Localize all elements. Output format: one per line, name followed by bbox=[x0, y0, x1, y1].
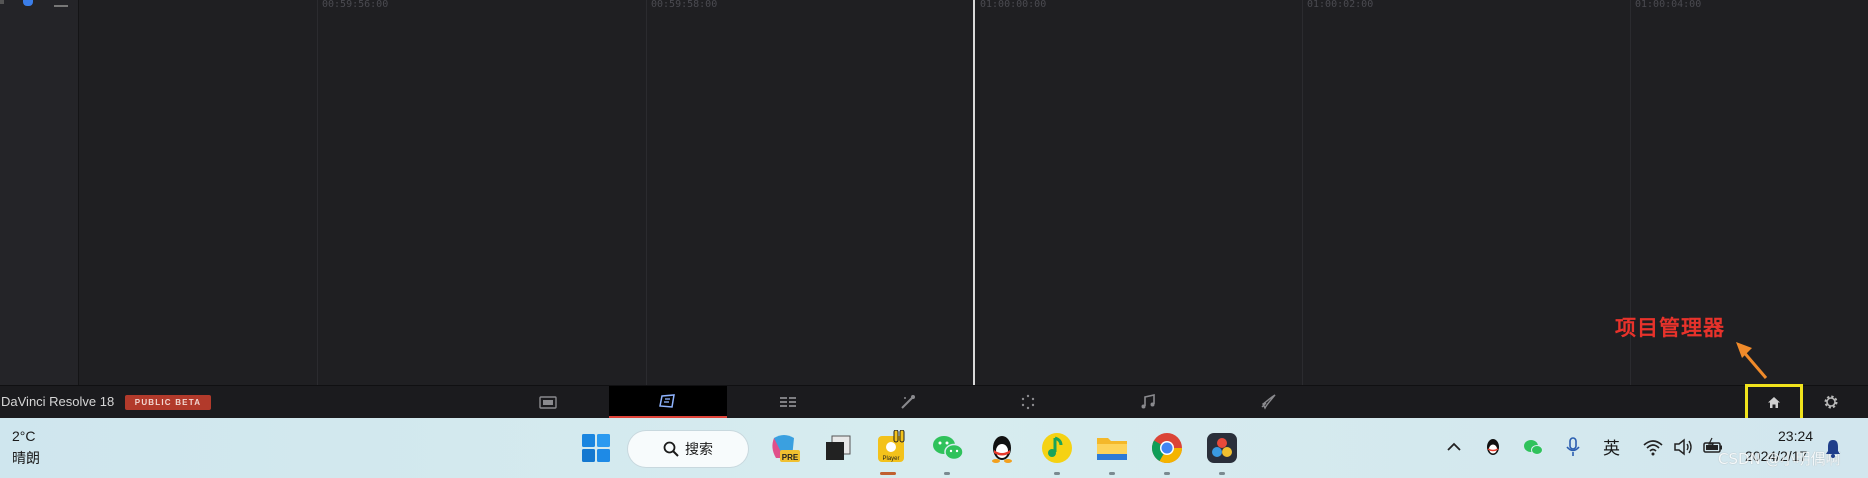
page-navigation-bar: DaVinci Resolve 18 PUBLIC BETA bbox=[0, 384, 1868, 421]
timecode-label: 01:00:00:00 bbox=[980, 0, 1047, 10]
qq-tray-icon[interactable] bbox=[1482, 436, 1504, 458]
ime-language-indicator[interactable]: 英 bbox=[1603, 434, 1620, 459]
weather-description[interactable]: 晴朗 bbox=[12, 448, 40, 468]
tab-color[interactable] bbox=[969, 386, 1087, 418]
timecode-label: 00:59:56:00 bbox=[322, 0, 389, 10]
annotation-arrow-icon bbox=[1736, 342, 1768, 379]
weather-temperature[interactable]: 2°C bbox=[12, 428, 36, 444]
windows-start-icon[interactable] bbox=[578, 430, 614, 466]
app-title: DaVinci Resolve 18 bbox=[1, 394, 115, 409]
volume-icon[interactable] bbox=[1672, 436, 1694, 458]
timecode-label: 01:00:04:00 bbox=[1635, 0, 1702, 10]
app-indicator bbox=[1054, 472, 1060, 475]
show-hidden-icons-chevron-up-icon[interactable] bbox=[1443, 436, 1465, 458]
clock-time[interactable]: 23:24 bbox=[1778, 428, 1813, 444]
media-page-icon bbox=[539, 396, 557, 409]
app-indicator bbox=[1164, 472, 1170, 475]
ruler-line bbox=[1302, 0, 1303, 385]
tab-edit[interactable] bbox=[729, 386, 847, 418]
tab-cut[interactable] bbox=[609, 386, 727, 418]
davinci-resolve-icon[interactable] bbox=[1204, 430, 1240, 466]
svg-text:PRE: PRE bbox=[782, 453, 799, 462]
watermark: CSDN @小明偶啊 bbox=[1718, 450, 1841, 468]
player-app-icon[interactable]: Player bbox=[876, 430, 912, 466]
file-explorer-icon[interactable] bbox=[1094, 430, 1130, 466]
tab-deliver[interactable] bbox=[1209, 386, 1327, 418]
microphone-icon[interactable] bbox=[1562, 436, 1584, 458]
search-icon bbox=[663, 441, 679, 457]
notification-bell-icon[interactable] bbox=[1825, 438, 1841, 458]
edit-page-icon bbox=[780, 395, 796, 409]
project-manager-button[interactable] bbox=[1745, 384, 1803, 421]
taskbar-search-box[interactable]: 搜索 bbox=[628, 431, 748, 467]
search-label: 搜索 bbox=[685, 442, 713, 458]
annotation-label: 项目管理器 bbox=[1615, 316, 1725, 340]
chrome-icon[interactable] bbox=[1149, 430, 1185, 466]
fairlight-page-icon bbox=[1141, 394, 1155, 409]
gear-icon[interactable] bbox=[1822, 393, 1840, 411]
wechat-icon[interactable] bbox=[930, 430, 966, 466]
timecode-label: 00:59:58:00 bbox=[651, 0, 718, 10]
menu-icon[interactable] bbox=[54, 0, 68, 7]
wifi-icon[interactable] bbox=[1642, 436, 1664, 458]
wechat-tray-icon[interactable] bbox=[1522, 436, 1544, 458]
color-page-icon bbox=[1021, 394, 1035, 410]
timecode-label: 01:00:02:00 bbox=[1307, 0, 1374, 10]
timeline-area[interactable]: 00:59:56:00 00:59:58:00 01:00:00:00 01:0… bbox=[0, 0, 1868, 386]
app-indicator bbox=[1219, 472, 1225, 475]
copilot-pre-icon[interactable]: PRE bbox=[766, 430, 802, 466]
qq-icon[interactable] bbox=[984, 430, 1020, 466]
tab-fusion[interactable] bbox=[849, 386, 967, 418]
track-header-panel bbox=[0, 0, 79, 385]
playhead[interactable] bbox=[973, 0, 975, 386]
app-indicator bbox=[1109, 472, 1115, 475]
task-view-icon[interactable] bbox=[820, 430, 856, 466]
ruler-line bbox=[646, 0, 647, 385]
tab-fairlight[interactable] bbox=[1089, 386, 1207, 418]
active-app-indicator bbox=[880, 472, 896, 475]
beta-badge: PUBLIC BETA bbox=[125, 395, 211, 410]
cut-page-icon bbox=[659, 394, 675, 408]
deliver-page-icon bbox=[1261, 394, 1276, 410]
svg-text:Player: Player bbox=[882, 456, 899, 462]
windows-taskbar: 2°C 晴朗 搜索 PRE Player 英 23:24 2024/2/17 C… bbox=[0, 418, 1868, 478]
panel-tick bbox=[0, 0, 4, 4]
app-indicator bbox=[944, 472, 950, 475]
ruler-line bbox=[317, 0, 318, 385]
fusion-page-icon bbox=[901, 395, 915, 409]
tab-media[interactable] bbox=[489, 386, 607, 418]
home-icon bbox=[1768, 397, 1780, 408]
qq-music-icon[interactable] bbox=[1039, 430, 1075, 466]
flag-icon[interactable] bbox=[23, 0, 33, 6]
